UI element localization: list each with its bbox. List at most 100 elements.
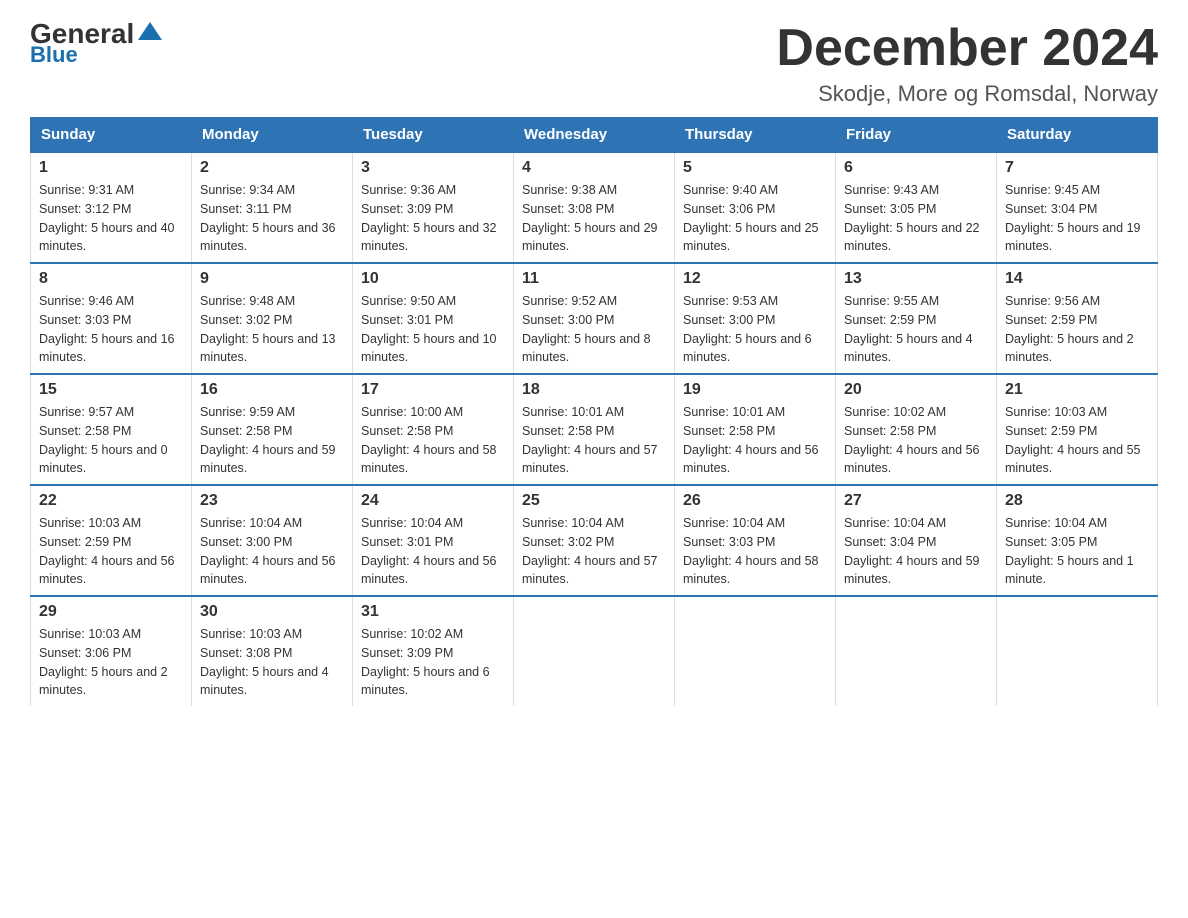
day-number: 3 [361,159,505,177]
calendar-cell: 12 Sunrise: 9:53 AMSunset: 3:00 PMDayligh… [675,263,836,374]
calendar-cell: 11 Sunrise: 9:52 AMSunset: 3:00 PMDayligh… [514,263,675,374]
calendar-cell: 18 Sunrise: 10:01 AMSunset: 2:58 PMDaylig… [514,374,675,485]
calendar-cell: 4 Sunrise: 9:38 AMSunset: 3:08 PMDaylight… [514,152,675,263]
location-title: Skodje, More og Romsdal, Norway [776,81,1158,107]
day-number: 13 [844,270,988,288]
day-info: Sunrise: 10:04 AMSunset: 3:05 PMDaylight… [1005,514,1149,589]
day-number: 2 [200,159,344,177]
calendar-cell: 20 Sunrise: 10:02 AMSunset: 2:58 PMDaylig… [836,374,997,485]
logo-blue: Blue [30,44,78,66]
day-number: 16 [200,381,344,399]
day-number: 25 [522,492,666,510]
day-info: Sunrise: 9:56 AMSunset: 2:59 PMDaylight:… [1005,292,1149,367]
day-info: Sunrise: 9:34 AMSunset: 3:11 PMDaylight:… [200,181,344,256]
day-number: 17 [361,381,505,399]
day-info: Sunrise: 9:43 AMSunset: 3:05 PMDaylight:… [844,181,988,256]
day-info: Sunrise: 10:01 AMSunset: 2:58 PMDaylight… [522,403,666,478]
day-number: 6 [844,159,988,177]
calendar-cell: 5 Sunrise: 9:40 AMSunset: 3:06 PMDaylight… [675,152,836,263]
calendar-cell: 10 Sunrise: 9:50 AMSunset: 3:01 PMDayligh… [353,263,514,374]
day-info: Sunrise: 9:31 AMSunset: 3:12 PMDaylight:… [39,181,183,256]
day-info: Sunrise: 10:04 AMSunset: 3:03 PMDaylight… [683,514,827,589]
day-number: 30 [200,603,344,621]
day-number: 7 [1005,159,1149,177]
logo-icon [136,18,164,46]
calendar-week-row: 8 Sunrise: 9:46 AMSunset: 3:03 PMDaylight… [31,263,1158,374]
day-number: 22 [39,492,183,510]
day-number: 18 [522,381,666,399]
calendar-cell [997,596,1158,706]
day-number: 23 [200,492,344,510]
day-number: 11 [522,270,666,288]
calendar-cell: 15Sunrise: 9:57 AMSunset: 2:58 PMDayligh… [31,374,192,485]
logo: General Blue [30,20,164,66]
col-header-wednesday: Wednesday [514,118,675,153]
col-header-thursday: Thursday [675,118,836,153]
calendar-cell: 24Sunrise: 10:04 AMSunset: 3:01 PMDaylig… [353,485,514,596]
day-info: Sunrise: 10:03 AMSunset: 2:59 PMDaylight… [1005,403,1149,478]
calendar-cell: 16 Sunrise: 9:59 AMSunset: 2:58 PMDayligh… [192,374,353,485]
col-header-tuesday: Tuesday [353,118,514,153]
day-number: 28 [1005,492,1149,510]
day-number: 4 [522,159,666,177]
day-number: 8 [39,270,183,288]
calendar-cell: 25Sunrise: 10:04 AMSunset: 3:02 PMDaylig… [514,485,675,596]
calendar-cell: 13Sunrise: 9:55 AMSunset: 2:59 PMDayligh… [836,263,997,374]
day-number: 12 [683,270,827,288]
day-info: Sunrise: 10:03 AMSunset: 2:59 PMDaylight… [39,514,183,589]
day-info: Sunrise: 9:50 AMSunset: 3:01 PMDaylight:… [361,292,505,367]
calendar-cell: 14Sunrise: 9:56 AMSunset: 2:59 PMDayligh… [997,263,1158,374]
calendar-table: SundayMondayTuesdayWednesdayThursdayFrid… [30,117,1158,706]
calendar-week-row: 15Sunrise: 9:57 AMSunset: 2:58 PMDayligh… [31,374,1158,485]
col-header-friday: Friday [836,118,997,153]
calendar-cell: 7Sunrise: 9:45 AMSunset: 3:04 PMDaylight… [997,152,1158,263]
day-info: Sunrise: 9:53 AMSunset: 3:00 PMDaylight:… [683,292,827,367]
calendar-cell: 9 Sunrise: 9:48 AMSunset: 3:02 PMDaylight… [192,263,353,374]
day-info: Sunrise: 10:04 AMSunset: 3:04 PMDaylight… [844,514,988,589]
day-info: Sunrise: 10:02 AMSunset: 2:58 PMDaylight… [844,403,988,478]
calendar-cell: 19 Sunrise: 10:01 AMSunset: 2:58 PMDaylig… [675,374,836,485]
calendar-cell: 31 Sunrise: 10:02 AMSunset: 3:09 PMDaylig… [353,596,514,706]
day-number: 9 [200,270,344,288]
day-info: Sunrise: 9:40 AMSunset: 3:06 PMDaylight:… [683,181,827,256]
day-number: 31 [361,603,505,621]
day-number: 5 [683,159,827,177]
day-info: Sunrise: 10:03 AMSunset: 3:08 PMDaylight… [200,625,344,700]
day-info: Sunrise: 9:57 AMSunset: 2:58 PMDaylight:… [39,403,183,478]
calendar-week-row: 29 Sunrise: 10:03 AMSunset: 3:06 PMDaylig… [31,596,1158,706]
day-number: 24 [361,492,505,510]
day-number: 19 [683,381,827,399]
calendar-cell: 28 Sunrise: 10:04 AMSunset: 3:05 PMDaylig… [997,485,1158,596]
day-number: 1 [39,159,183,177]
day-number: 29 [39,603,183,621]
title-block: December 2024 Skodje, More og Romsdal, N… [776,20,1158,107]
day-info: Sunrise: 9:46 AMSunset: 3:03 PMDaylight:… [39,292,183,367]
calendar-cell: 21 Sunrise: 10:03 AMSunset: 2:59 PMDaylig… [997,374,1158,485]
day-info: Sunrise: 9:48 AMSunset: 3:02 PMDaylight:… [200,292,344,367]
calendar-cell [836,596,997,706]
day-info: Sunrise: 10:00 AMSunset: 2:58 PMDaylight… [361,403,505,478]
day-info: Sunrise: 9:38 AMSunset: 3:08 PMDaylight:… [522,181,666,256]
day-info: Sunrise: 9:59 AMSunset: 2:58 PMDaylight:… [200,403,344,478]
calendar-cell: 8 Sunrise: 9:46 AMSunset: 3:03 PMDaylight… [31,263,192,374]
calendar-cell: 27 Sunrise: 10:04 AMSunset: 3:04 PMDaylig… [836,485,997,596]
day-number: 20 [844,381,988,399]
calendar-cell: 2 Sunrise: 9:34 AMSunset: 3:11 PMDaylight… [192,152,353,263]
calendar-cell: 1 Sunrise: 9:31 AMSunset: 3:12 PMDaylight… [31,152,192,263]
col-header-sunday: Sunday [31,118,192,153]
calendar-cell: 6 Sunrise: 9:43 AMSunset: 3:05 PMDaylight… [836,152,997,263]
day-number: 21 [1005,381,1149,399]
day-number: 10 [361,270,505,288]
month-title: December 2024 [776,20,1158,77]
calendar-cell: 23Sunrise: 10:04 AMSunset: 3:00 PMDaylig… [192,485,353,596]
day-info: Sunrise: 9:36 AMSunset: 3:09 PMDaylight:… [361,181,505,256]
day-info: Sunrise: 10:01 AMSunset: 2:58 PMDaylight… [683,403,827,478]
day-info: Sunrise: 9:52 AMSunset: 3:00 PMDaylight:… [522,292,666,367]
col-header-monday: Monday [192,118,353,153]
day-number: 27 [844,492,988,510]
calendar-cell [514,596,675,706]
col-header-saturday: Saturday [997,118,1158,153]
calendar-cell: 17 Sunrise: 10:00 AMSunset: 2:58 PMDaylig… [353,374,514,485]
day-info: Sunrise: 10:02 AMSunset: 3:09 PMDaylight… [361,625,505,700]
day-info: Sunrise: 10:03 AMSunset: 3:06 PMDaylight… [39,625,183,700]
